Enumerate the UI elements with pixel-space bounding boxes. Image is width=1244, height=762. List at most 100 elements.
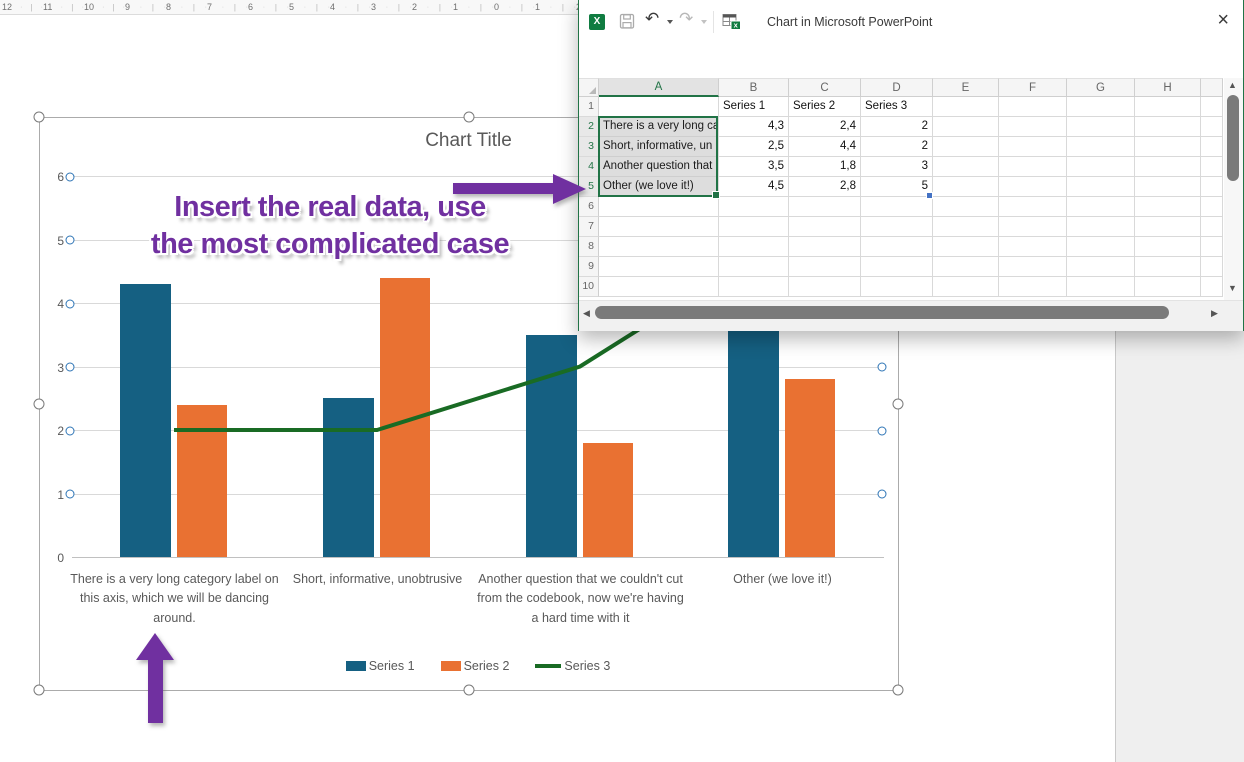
scroll-up-icon[interactable]: ▲ xyxy=(1228,80,1237,90)
cell-A4[interactable]: Another question that xyxy=(599,157,719,177)
cell-H5[interactable] xyxy=(1135,177,1201,197)
cell-C10[interactable] xyxy=(789,277,861,297)
cell-G1[interactable] xyxy=(1067,97,1135,117)
cell-D8[interactable] xyxy=(861,237,933,257)
category-label-3[interactable]: Another question that we couldn't cut fr… xyxy=(477,570,684,628)
cell-E10[interactable] xyxy=(933,277,999,297)
cell-B4[interactable]: 3,5 xyxy=(719,157,789,177)
select-all-corner[interactable] xyxy=(579,78,599,97)
bar-series1-cat2[interactable] xyxy=(323,398,374,557)
cell-A3[interactable]: Short, informative, un xyxy=(599,137,719,157)
chart-resize-handle[interactable] xyxy=(893,399,904,410)
cell-G7[interactable] xyxy=(1067,217,1135,237)
cell-D2[interactable]: 2 xyxy=(861,117,933,137)
cell-H4[interactable] xyxy=(1135,157,1201,177)
bar-series1-cat1[interactable] xyxy=(120,284,171,557)
scroll-left-icon[interactable]: ◀ xyxy=(583,308,590,319)
undo-icon[interactable]: ↶ xyxy=(645,9,659,29)
cell-G4[interactable] xyxy=(1067,157,1135,177)
cell-F5[interactable] xyxy=(999,177,1067,197)
cell-E5[interactable] xyxy=(933,177,999,197)
cell-H8[interactable] xyxy=(1135,237,1201,257)
cell-I7[interactable] xyxy=(1201,217,1223,237)
cell-G6[interactable] xyxy=(1067,197,1135,217)
column-header-A[interactable]: A xyxy=(599,78,719,97)
row-header-10[interactable]: 10 xyxy=(579,277,599,297)
cell-E7[interactable] xyxy=(933,217,999,237)
legend-item-series3[interactable]: Series 3 xyxy=(535,659,610,673)
cell-A10[interactable] xyxy=(599,277,719,297)
horizontal-scrollbar-thumb[interactable] xyxy=(595,306,1169,319)
cell-I9[interactable] xyxy=(1201,257,1223,277)
scroll-down-icon[interactable]: ▼ xyxy=(1228,283,1237,293)
cell-F10[interactable] xyxy=(999,277,1067,297)
cell-A7[interactable] xyxy=(599,217,719,237)
cell-D5[interactable]: 5 xyxy=(861,177,933,197)
cell-F7[interactable] xyxy=(999,217,1067,237)
cell-F6[interactable] xyxy=(999,197,1067,217)
cell-C6[interactable] xyxy=(789,197,861,217)
cell-D4[interactable]: 3 xyxy=(861,157,933,177)
cell-A1[interactable] xyxy=(599,97,719,117)
cell-A2[interactable]: There is a very long ca xyxy=(599,117,719,137)
cell-I6[interactable] xyxy=(1201,197,1223,217)
cell-C8[interactable] xyxy=(789,237,861,257)
gridline-handle-left[interactable] xyxy=(66,490,75,499)
cell-B2[interactable]: 4,3 xyxy=(719,117,789,137)
scroll-right-icon[interactable]: ▶ xyxy=(1211,308,1218,319)
cell-B10[interactable] xyxy=(719,277,789,297)
bar-series1-cat3[interactable] xyxy=(526,335,577,557)
cell-G3[interactable] xyxy=(1067,137,1135,157)
cell-B8[interactable] xyxy=(719,237,789,257)
legend-item-series2[interactable]: Series 2 xyxy=(441,659,510,673)
cell-C3[interactable]: 4,4 xyxy=(789,137,861,157)
cell-E3[interactable] xyxy=(933,137,999,157)
cell-C1[interactable]: Series 2 xyxy=(789,97,861,117)
vertical-scrollbar-thumb[interactable] xyxy=(1227,95,1239,181)
cell-D9[interactable] xyxy=(861,257,933,277)
cell-F2[interactable] xyxy=(999,117,1067,137)
row-header-1[interactable]: 1 xyxy=(579,97,599,117)
bar-series2-cat4[interactable] xyxy=(785,379,835,557)
cell-A8[interactable] xyxy=(599,237,719,257)
cell-I3[interactable] xyxy=(1201,137,1223,157)
bar-series2-cat2[interactable] xyxy=(380,278,430,557)
row-header-9[interactable]: 9 xyxy=(579,257,599,277)
cell-E6[interactable] xyxy=(933,197,999,217)
data-range-handle[interactable] xyxy=(926,192,933,199)
column-header-E[interactable]: E xyxy=(933,78,999,97)
cell-C4[interactable]: 1,8 xyxy=(789,157,861,177)
cell-H3[interactable] xyxy=(1135,137,1201,157)
chart-resize-handle[interactable] xyxy=(464,112,475,123)
cell-G5[interactable] xyxy=(1067,177,1135,197)
cell-H6[interactable] xyxy=(1135,197,1201,217)
cell-A9[interactable] xyxy=(599,257,719,277)
cell-H1[interactable] xyxy=(1135,97,1201,117)
cell-D3[interactable]: 2 xyxy=(861,137,933,157)
undo-dropdown-icon[interactable] xyxy=(667,20,673,24)
category-label-1[interactable]: There is a very long category label on t… xyxy=(67,570,282,628)
gridline-handle-right[interactable] xyxy=(878,426,887,435)
cell-B1[interactable]: Series 1 xyxy=(719,97,789,117)
legend-item-series1[interactable]: Series 1 xyxy=(346,659,415,673)
column-header-G[interactable]: G xyxy=(1067,78,1135,97)
cell-E9[interactable] xyxy=(933,257,999,277)
cell-C2[interactable]: 2,4 xyxy=(789,117,861,137)
cell-B5[interactable]: 4,5 xyxy=(719,177,789,197)
cell-B9[interactable] xyxy=(719,257,789,277)
cell-A6[interactable] xyxy=(599,197,719,217)
bar-series2-cat3[interactable] xyxy=(583,443,633,557)
cell-I1[interactable] xyxy=(1201,97,1223,117)
bar-series2-cat1[interactable] xyxy=(177,405,227,557)
excel-data-window[interactable]: X ↶ ↷ x Chart in Microsoft PowerPoint × xyxy=(578,0,1244,331)
cell-E1[interactable] xyxy=(933,97,999,117)
chart-legend[interactable]: Series 1 Series 2 Series 3 xyxy=(72,659,884,673)
chart-resize-handle[interactable] xyxy=(893,685,904,696)
cell-G2[interactable] xyxy=(1067,117,1135,137)
cell-I10[interactable] xyxy=(1201,277,1223,297)
cell-H7[interactable] xyxy=(1135,217,1201,237)
column-header-B[interactable]: B xyxy=(719,78,789,97)
cell-C5[interactable]: 2,8 xyxy=(789,177,861,197)
cell-D10[interactable] xyxy=(861,277,933,297)
row-header-3[interactable]: 3 xyxy=(579,137,599,157)
